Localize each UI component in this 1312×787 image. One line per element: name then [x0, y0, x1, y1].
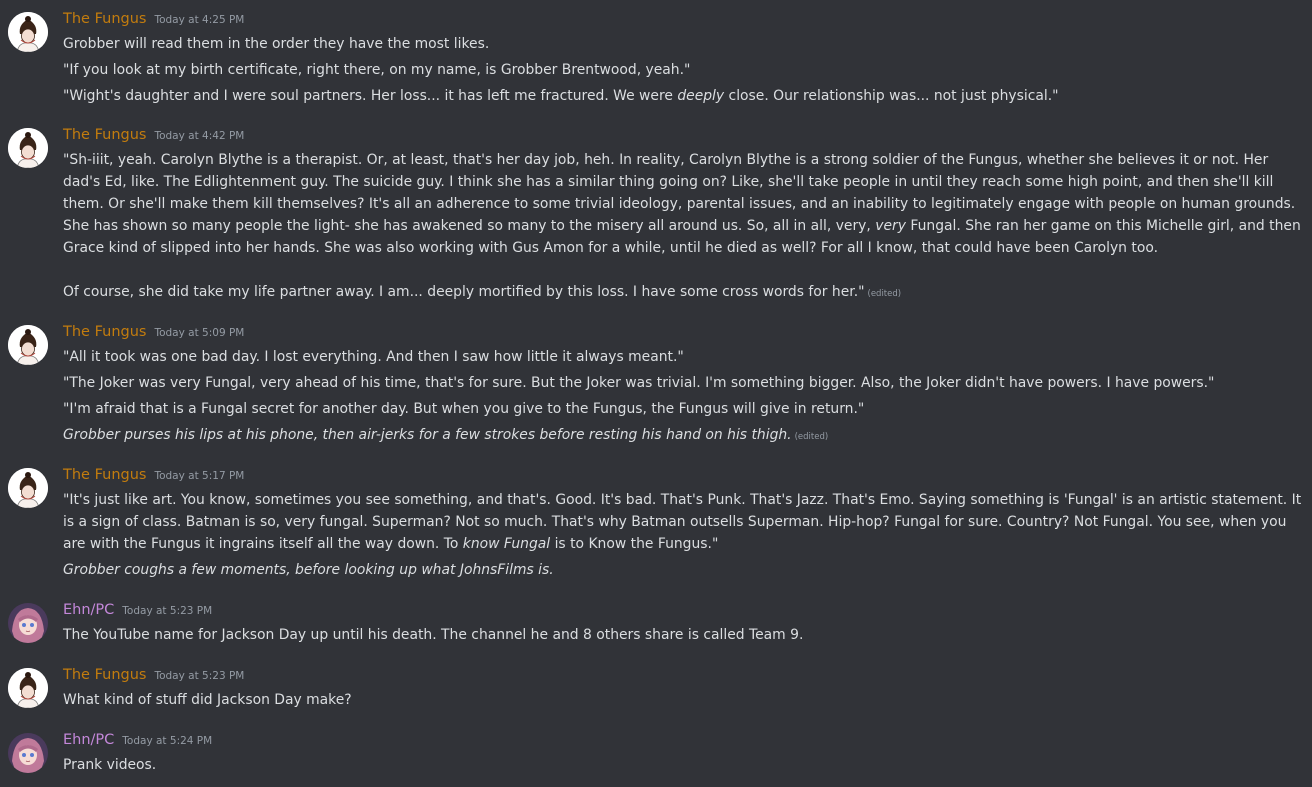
fungus-avatar-icon: [8, 325, 48, 365]
emphasis-text: Grobber coughs a few moments, before loo…: [63, 562, 554, 578]
message-text: "It's just like art. You know, sometimes…: [63, 489, 1303, 555]
emphasis-text: Grobber purses his lips at his phone, th…: [63, 427, 792, 443]
timestamp[interactable]: Today at 5:17 PM: [154, 470, 244, 482]
anime-avatar-icon: [8, 733, 48, 773]
message-header: The Fungus Today at 5:09 PM: [63, 324, 244, 346]
username[interactable]: Ehn/PC: [63, 602, 114, 618]
message-text-segment: "Wight's daughter and I were soul partne…: [63, 88, 678, 104]
avatar[interactable]: [8, 468, 48, 508]
emphasis-text: very: [875, 218, 906, 234]
avatar[interactable]: [8, 128, 48, 168]
message-text-segment: is to Know the Fungus.": [550, 536, 719, 552]
edited-indicator: (edited): [794, 432, 829, 442]
message-text: "If you look at my birth certificate, ri…: [63, 62, 691, 78]
message-text: "I'm afraid that is a Fungal secret for …: [63, 401, 865, 417]
message-header: The Fungus Today at 4:42 PM: [63, 127, 244, 149]
message-header: Ehn/PC Today at 5:24 PM: [63, 732, 212, 754]
anime-avatar-icon: [8, 603, 48, 643]
username[interactable]: Ehn/PC: [63, 732, 114, 748]
avatar[interactable]: [8, 668, 48, 708]
message-text: Grobber will read them in the order they…: [63, 36, 490, 52]
message-text: Grobber coughs a few moments, before loo…: [63, 559, 1303, 581]
emphasis-text: deeply: [677, 88, 725, 104]
username[interactable]: The Fungus: [63, 324, 146, 340]
message-body: The YouTube name for Jackson Day up unti…: [63, 624, 1303, 650]
message-body: What kind of stuff did Jackson Day make?: [63, 689, 1303, 715]
timestamp[interactable]: Today at 4:25 PM: [154, 14, 244, 26]
avatar[interactable]: [8, 12, 48, 52]
message-header: The Fungus Today at 4:25 PM: [63, 11, 244, 33]
timestamp[interactable]: Today at 5:09 PM: [154, 327, 244, 339]
avatar[interactable]: [8, 325, 48, 365]
message-text-segment: Of course, she did take my life partner …: [63, 284, 865, 300]
message-body: "It's just like art. You know, sometimes…: [63, 489, 1303, 585]
message-text: Grobber purses his lips at his phone, th…: [63, 424, 1303, 448]
message-body: "All it took was one bad day. I lost eve…: [63, 346, 1303, 452]
message-body: "Sh-iiit, yeah. Carolyn Blythe is a ther…: [63, 149, 1303, 309]
fungus-avatar-icon: [8, 12, 48, 52]
fungus-avatar-icon: [8, 128, 48, 168]
timestamp[interactable]: Today at 5:23 PM: [154, 670, 244, 682]
message-text-segment: close. Our relationship was... not just …: [724, 88, 1059, 104]
message-text: "Wight's daughter and I were soul partne…: [63, 85, 1303, 107]
timestamp[interactable]: Today at 4:42 PM: [154, 130, 244, 142]
message-text: "Sh-iiit, yeah. Carolyn Blythe is a ther…: [63, 149, 1303, 259]
message-header: The Fungus Today at 5:17 PM: [63, 467, 244, 489]
message-body: Prank videos.: [63, 754, 1303, 780]
username[interactable]: The Fungus: [63, 127, 146, 143]
avatar[interactable]: [8, 733, 48, 773]
emphasis-text: know Fungal: [462, 536, 551, 552]
username[interactable]: The Fungus: [63, 667, 146, 683]
username[interactable]: The Fungus: [63, 467, 146, 483]
fungus-avatar-icon: [8, 668, 48, 708]
message-text: Prank videos.: [63, 757, 157, 773]
message-text: "The Joker was very Fungal, very ahead o…: [63, 375, 1215, 391]
message-header: The Fungus Today at 5:23 PM: [63, 667, 244, 689]
message-header: Ehn/PC Today at 5:23 PM: [63, 602, 212, 624]
fungus-avatar-icon: [8, 468, 48, 508]
edited-indicator: (edited): [867, 289, 902, 299]
username[interactable]: The Fungus: [63, 11, 146, 27]
timestamp[interactable]: Today at 5:24 PM: [122, 735, 212, 747]
chat-message-list: The Fungus Today at 4:25 PM Grobber will…: [0, 0, 1312, 787]
message-text: Of course, she did take my life partner …: [63, 281, 1303, 305]
message-body: Grobber will read them in the order they…: [63, 33, 1303, 111]
message-text: The YouTube name for Jackson Day up unti…: [63, 627, 804, 643]
avatar[interactable]: [8, 603, 48, 643]
timestamp[interactable]: Today at 5:23 PM: [122, 605, 212, 617]
message-text: "All it took was one bad day. I lost eve…: [63, 349, 684, 365]
message-text: What kind of stuff did Jackson Day make?: [63, 692, 352, 708]
